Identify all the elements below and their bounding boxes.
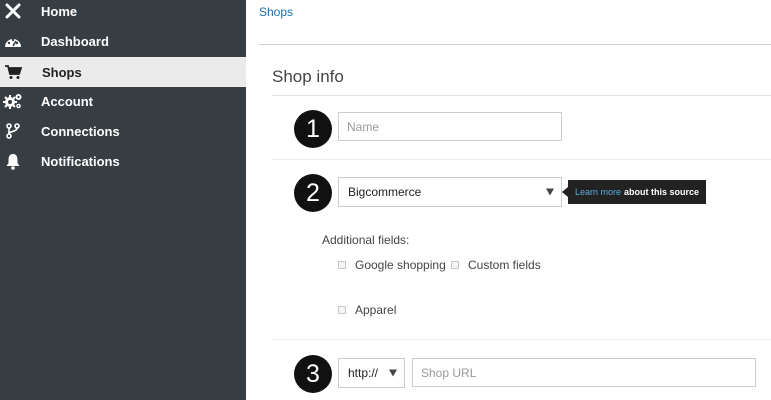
divider <box>272 95 771 96</box>
source-select[interactable]: Bigcommerce <box>338 177 562 207</box>
name-input[interactable] <box>338 112 562 141</box>
checkbox-google-shopping[interactable]: Google shopping <box>338 258 446 272</box>
cart-icon <box>3 62 23 82</box>
gears-icon <box>3 91 23 111</box>
source-select-value: Bigcommerce <box>348 185 422 199</box>
checkbox-label: Custom fields <box>468 258 541 272</box>
protocol-select-value: http:// <box>348 366 379 380</box>
source-tooltip: Learn more about this source <box>568 180 707 204</box>
close-icon <box>3 1 23 21</box>
sidebar: Home Dashboard Shops Account Connections… <box>0 0 246 400</box>
caret-down-icon <box>546 188 554 196</box>
sidebar-item-dashboard[interactable]: Dashboard <box>0 26 246 56</box>
divider <box>272 159 771 160</box>
caret-down-icon <box>389 369 397 377</box>
sidebar-item-label: Connections <box>41 123 120 139</box>
protocol-select[interactable]: http:// <box>338 358 405 388</box>
additional-fields-label: Additional fields: <box>322 233 410 247</box>
sidebar-item-label: Home <box>41 3 78 19</box>
main-content: Shops Shop info 1 2 Bigcommerce Learn mo… <box>246 0 771 400</box>
shop-url-input[interactable] <box>412 358 756 387</box>
sidebar-item-home[interactable]: Home <box>0 0 246 26</box>
bell-icon <box>3 151 23 171</box>
learn-more-link[interactable]: Learn more <box>575 187 621 197</box>
sidebar-item-connections[interactable]: Connections <box>0 116 246 146</box>
checkbox-box[interactable] <box>451 261 459 269</box>
checkbox-custom-fields[interactable]: Custom fields <box>451 258 541 272</box>
sidebar-item-account[interactable]: Account <box>0 86 246 116</box>
checkbox-label: Apparel <box>355 303 397 317</box>
section-title: Shop info <box>272 67 344 86</box>
dashboard-icon <box>3 31 23 51</box>
checkbox-apparel[interactable]: Apparel <box>338 303 396 317</box>
branch-icon <box>3 121 23 141</box>
sidebar-item-label: Shops <box>42 64 82 80</box>
sidebar-item-notifications[interactable]: Notifications <box>0 146 246 176</box>
checkbox-box[interactable] <box>338 261 346 269</box>
sidebar-item-label: Account <box>41 93 93 109</box>
sidebar-item-shops[interactable]: Shops <box>0 57 246 87</box>
divider <box>259 44 771 45</box>
step-badge-2: 2 <box>294 174 332 212</box>
sidebar-item-label: Notifications <box>41 153 120 169</box>
sidebar-item-label: Dashboard <box>41 33 109 49</box>
tooltip-text: about this source <box>624 187 700 197</box>
checkbox-box[interactable] <box>338 306 346 314</box>
checkbox-label: Google shopping <box>355 258 446 272</box>
divider <box>272 339 771 340</box>
step-badge-1: 1 <box>294 110 332 148</box>
step-badge-3: 3 <box>294 355 332 393</box>
breadcrumb-shops[interactable]: Shops <box>259 5 293 19</box>
